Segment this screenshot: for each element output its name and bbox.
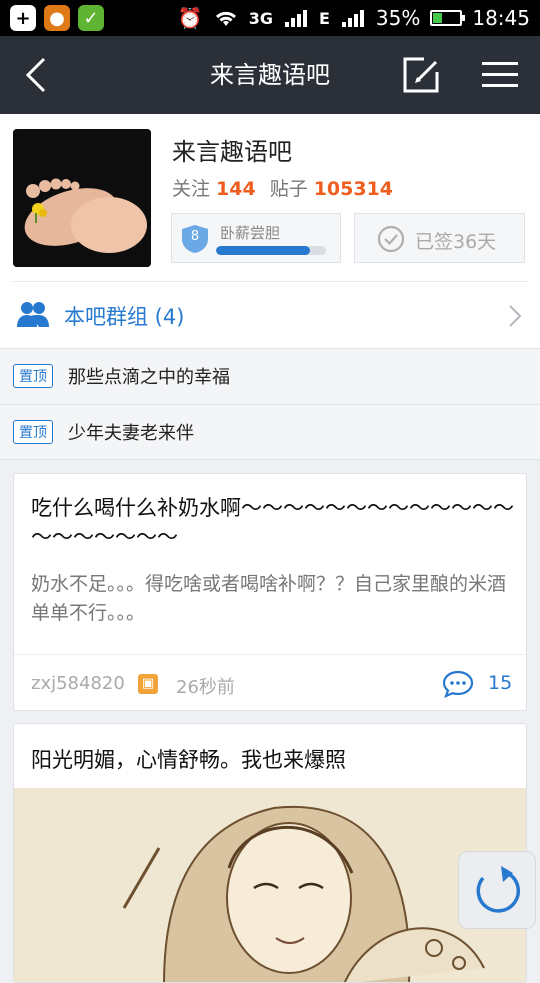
follow-count: 144: [216, 178, 256, 200]
forum-avatar[interactable]: [13, 129, 151, 267]
signal-icon: [341, 10, 364, 27]
pinned-tag: 置顶: [13, 364, 53, 388]
refresh-button[interactable]: [458, 851, 536, 929]
post-body: 奶水不足。。。得吃啥或者喝啥补啊？？自己家里酿的米酒单单不行。。。: [31, 573, 507, 624]
pinned-post-item[interactable]: 置顶 那些点滴之中的幸福: [0, 349, 540, 404]
baby-feet-image: [13, 129, 151, 267]
add-icon: +: [10, 5, 36, 31]
signed-in-button[interactable]: 已签36天: [354, 213, 525, 263]
post-image[interactable]: [14, 788, 526, 982]
app-notification-icon: ●: [44, 5, 70, 31]
forum-name: 来言趣语吧: [172, 138, 292, 166]
post-footer: zxj584820 ▣ 26秒前 15: [14, 654, 526, 710]
back-icon[interactable]: [18, 55, 58, 95]
check-circle-icon: [377, 225, 405, 253]
top-nav-bar: 来言趣语吧: [0, 36, 540, 114]
level-badge-box[interactable]: 8 卧薪尝胆: [171, 213, 341, 263]
page-title: 来言趣语吧: [210, 61, 330, 89]
data-type: E: [318, 8, 330, 28]
forum-header-card: 来言趣语吧 关注 144 贴子 105314 8 卧薪尝胆 已签36天 本吧群组 (4…: [0, 114, 540, 349]
post-title: 阳光明媚，心情舒畅。我也来爆照: [31, 748, 346, 772]
app-notification-icon: ✓: [78, 5, 104, 31]
mobile-client-icon: ▣: [138, 674, 158, 694]
status-bar: + ● ✓ ⏰ 3G E 35% 18:45: [0, 0, 540, 36]
level-progress-bar: [216, 246, 326, 255]
level-progress-fill: [216, 246, 310, 255]
battery-icon: [430, 10, 466, 26]
level-number: 8: [190, 229, 200, 244]
sketch-portrait-image: [14, 788, 526, 982]
battery-percent: 35%: [375, 6, 421, 30]
posts-label: 贴子: [269, 178, 308, 200]
pinned-tag: 置顶: [13, 420, 53, 444]
post-card[interactable]: 阳光明媚，心情舒畅。我也来爆照: [13, 723, 527, 983]
posts-count: 105314: [313, 178, 394, 200]
post-time: 26秒前: [176, 677, 235, 698]
menu-icon[interactable]: [480, 58, 520, 92]
forum-groups-row[interactable]: 本吧群组 (4): [0, 282, 540, 348]
chevron-right-icon: [509, 305, 522, 327]
pinned-posts-list: 置顶 那些点滴之中的幸福 置顶 少年夫妻老来伴: [0, 349, 540, 460]
compose-icon[interactable]: [402, 56, 440, 94]
status-indicators: ⏰ 3G E 35% 18:45: [178, 0, 530, 36]
pinned-post-title: 少年夫妻老来伴: [68, 423, 194, 444]
pinned-post-title: 那些点滴之中的幸福: [68, 367, 230, 388]
clock: 18:45: [472, 6, 530, 30]
group-users-icon: [17, 302, 49, 327]
alarm-icon: ⏰: [177, 6, 203, 30]
signed-label: 已签36天: [415, 231, 497, 253]
wifi-icon: [215, 11, 236, 26]
comment-count: 15: [488, 672, 513, 694]
level-name: 卧薪尝胆: [220, 224, 281, 242]
battery-fill: [433, 13, 443, 23]
comment-icon[interactable]: [442, 670, 474, 698]
network-type: 3G: [248, 8, 273, 28]
post-author[interactable]: zxj584820: [31, 673, 125, 694]
post-card[interactable]: 吃什么喝什么补奶水啊～～～～～～～～～～～～～～～～～～～～ 奶水不足。。。得吃…: [13, 473, 527, 711]
pinned-post-item[interactable]: 置顶 少年夫妻老来伴: [0, 404, 540, 460]
groups-label: 本吧群组 (4): [64, 305, 185, 329]
signal-icon: [284, 10, 307, 27]
post-title: 吃什么喝什么补奶水啊～～～～～～～～～～～～～～～～～～～～: [31, 496, 514, 549]
follow-label: 关注: [172, 178, 211, 200]
refresh-icon: [476, 866, 520, 913]
notification-icons: + ● ✓: [10, 5, 104, 31]
forum-stats: 关注 144 贴子 105314: [172, 174, 407, 201]
